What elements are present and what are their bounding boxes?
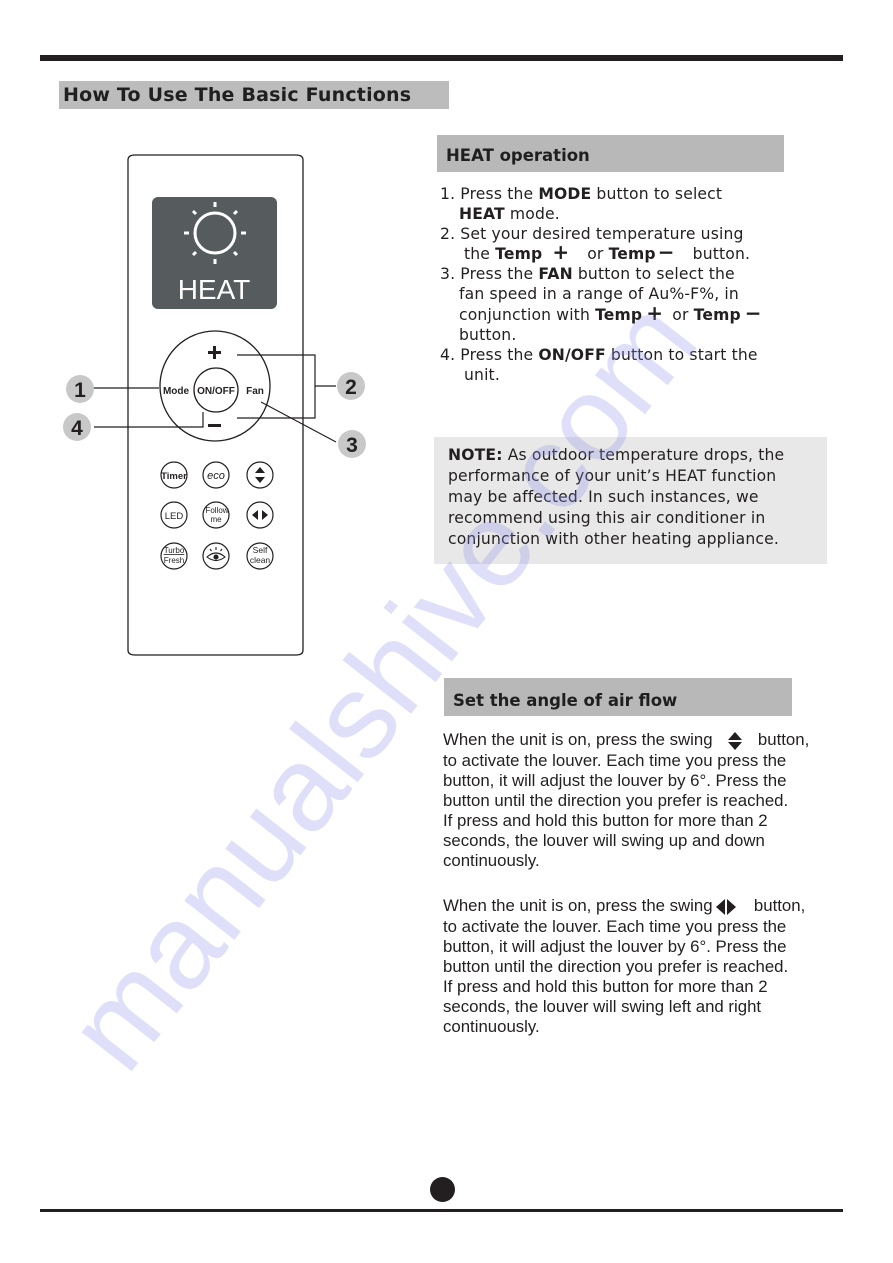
plus-icon: + [552, 240, 570, 265]
svg-text:4: 4 [71, 417, 83, 440]
swing-vertical-icon [728, 731, 743, 750]
minus-icon: − [744, 300, 762, 325]
svg-text:clean: clean [250, 555, 271, 565]
note-label: NOTE: [448, 446, 503, 464]
minus-icon: − [657, 240, 675, 265]
vertical-swing-paragraph: When the unit is on, press the swing but… [443, 730, 810, 871]
svg-text:1: 1 [74, 379, 86, 402]
eco-button[interactable]: eco [202, 461, 230, 489]
svg-text:me: me [210, 515, 222, 524]
plus-icon: + [646, 300, 664, 325]
svg-text:Follow: Follow [205, 506, 228, 515]
heat-operation-heading: HEAT operation [437, 135, 784, 172]
swing-vertical-button[interactable] [246, 461, 274, 489]
callout-2: 2 [337, 372, 365, 400]
note-text: NOTE: As outdoor temperature drops, the … [448, 446, 785, 548]
swing-horizontal-button[interactable] [246, 501, 274, 529]
step-2: 2. Set your desired temperature using [440, 225, 744, 244]
svg-text:Fresh: Fresh [164, 556, 184, 565]
led-button[interactable]: LED [160, 501, 188, 529]
follow-me-button[interactable]: Follow me [202, 501, 230, 529]
callout-1: 1 [66, 375, 94, 403]
air-flow-heading: Set the angle of air flow [444, 678, 792, 716]
callout-4: 4 [63, 413, 91, 441]
turbo-fresh-button[interactable]: Turbo Fresh [160, 542, 188, 570]
temp-minus-button[interactable] [208, 424, 221, 427]
self-clean-button[interactable]: Self clean [246, 542, 274, 570]
step-3: 3. Press the FAN button to select the [440, 265, 735, 284]
step-1: 1. Press the MODE button to select [440, 185, 723, 203]
horizontal-swing-paragraph: When the unit is on, press the swing but… [443, 896, 806, 1037]
bottom-rule [40, 1209, 843, 1212]
svg-text:Self: Self [253, 545, 268, 555]
svg-text:Timer: Timer [161, 471, 187, 482]
onoff-label: ON/OFF [197, 386, 235, 397]
mode-button[interactable]: Mode [163, 386, 190, 397]
eye-button[interactable] [202, 542, 230, 570]
timer-button[interactable]: Timer [160, 461, 188, 489]
page-number-dot [430, 1177, 455, 1202]
callout-3: 3 [338, 430, 366, 458]
svg-text:3: 3 [346, 434, 358, 457]
svg-text:Turbo: Turbo [164, 546, 185, 555]
fan-button[interactable]: Fan [246, 386, 264, 397]
svg-text:LED: LED [165, 511, 184, 522]
svg-text:eco: eco [207, 470, 225, 482]
display-mode-label: HEAT [178, 274, 251, 305]
heat-steps: 1. Press the MODE button to select HEAT … [440, 184, 820, 385]
swing-horizontal-icon [716, 898, 737, 915]
step-4: 4. Press the ON/OFF button to start the [440, 345, 758, 364]
svg-text:2: 2 [345, 376, 357, 399]
